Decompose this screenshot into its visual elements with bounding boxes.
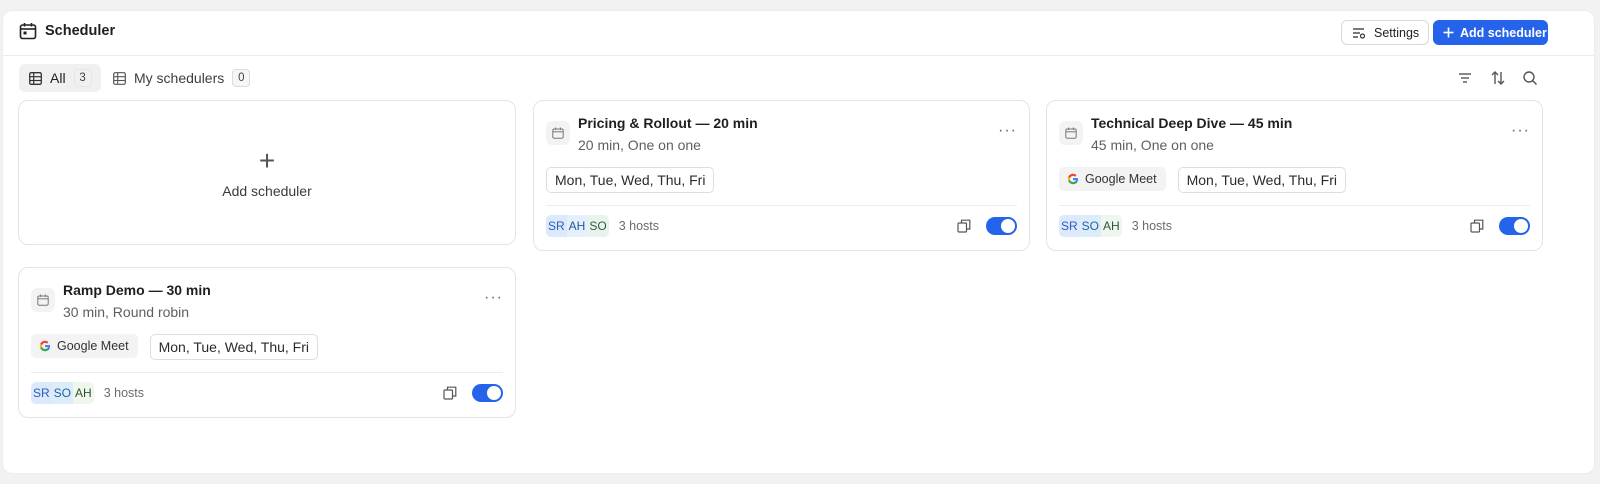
add-scheduler-card[interactable]: + Add scheduler [18,100,516,245]
avatar: SO [51,382,74,404]
scheduler-subtitle: 30 min, Round robin [63,304,190,320]
tab-my-schedulers-label: My schedulers [134,70,225,86]
plus-icon [1443,27,1454,38]
table-icon [29,71,42,85]
copy-icon[interactable] [1470,219,1484,233]
scheduler-card-pricing-rollout[interactable]: Pricing & Rollout — 20 min 20 min, One o… [533,100,1030,251]
meet-chip: Google Meet [31,334,138,358]
copy-icon[interactable] [443,386,457,400]
enabled-toggle[interactable] [472,384,503,402]
avatar: SO [1079,215,1102,237]
hosts-group: SR AH SO 3 hosts [546,215,659,237]
page-title: Scheduler [45,23,116,39]
scheduler-subtitle: 20 min, One on one [578,137,701,153]
scheduler-card-ramp-demo[interactable]: Ramp Demo — 30 min 30 min, Round robin ·… [18,267,516,418]
hosts-count: 3 hosts [618,219,659,233]
scheduler-title: Ramp Demo — 30 min [63,282,211,298]
calendar-icon [546,121,570,145]
divider [1059,205,1530,206]
more-options-icon[interactable]: ··· [1511,123,1530,139]
avatar: SR [1059,215,1080,237]
days-chip: Mon, Tue, Wed, Thu, Fri [1177,167,1347,193]
days-chip: Mon, Tue, Wed, Thu, Fri [546,167,715,193]
calendar-icon [1059,121,1083,145]
calendar-icon [19,23,37,40]
hosts-group: SR SO AH 3 hosts [1059,215,1172,237]
scheduler-panel: Scheduler Settings Add scheduler All 3 M… [2,10,1595,474]
avatar: SO [587,215,609,237]
page-header: Scheduler Settings Add scheduler [3,11,1594,56]
avatar: SR [31,382,52,404]
tab-all-label: All [50,70,66,86]
scheduler-card-technical-deep-dive[interactable]: Technical Deep Dive — 45 min 45 min, One… [1046,100,1543,251]
table-icon [113,71,126,85]
tab-all-count: 3 [73,69,92,87]
scheduler-title: Technical Deep Dive — 45 min [1091,115,1293,131]
scheduler-subtitle: 45 min, One on one [1091,137,1214,153]
hosts-count: 3 hosts [1131,219,1172,233]
settings-sliders-icon [1353,27,1366,39]
calendar-icon [31,288,55,312]
divider [546,205,1017,206]
add-scheduler-button-label: Add scheduler [1460,25,1547,40]
meet-chip: Google Meet [1059,167,1166,191]
avatar: AH [566,215,588,237]
avatar: SR [546,215,567,237]
meet-chip-label: Google Meet [57,339,129,353]
copy-icon[interactable] [957,219,971,233]
avatar: AH [73,382,94,404]
scheduler-title: Pricing & Rollout — 20 min [578,115,758,131]
plus-icon: + [258,144,276,176]
tab-my-schedulers-count: 0 [232,69,251,87]
divider [31,372,503,373]
days-chip: Mon, Tue, Wed, Thu, Fri [149,334,319,360]
more-options-icon[interactable]: ··· [998,123,1017,139]
hosts-count: 3 hosts [103,386,144,400]
hosts-group: SR SO AH 3 hosts [31,382,144,404]
meet-chip-label: Google Meet [1085,172,1157,186]
sort-icon[interactable] [1490,70,1506,86]
more-options-icon[interactable]: ··· [484,290,503,306]
filter-icon[interactable] [1457,70,1473,86]
settings-button[interactable]: Settings [1341,20,1429,45]
search-icon[interactable] [1522,70,1538,86]
enabled-toggle[interactable] [986,217,1017,235]
avatar: AH [1101,215,1122,237]
google-icon [1067,173,1078,185]
enabled-toggle[interactable] [1499,217,1530,235]
tab-all[interactable]: All 3 [19,64,101,92]
add-scheduler-button[interactable]: Add scheduler [1433,20,1548,45]
google-icon [39,340,50,352]
add-scheduler-card-label: Add scheduler [222,182,312,199]
settings-button-label: Settings [1374,25,1420,40]
tab-my-schedulers[interactable]: My schedulers 0 [107,64,251,92]
